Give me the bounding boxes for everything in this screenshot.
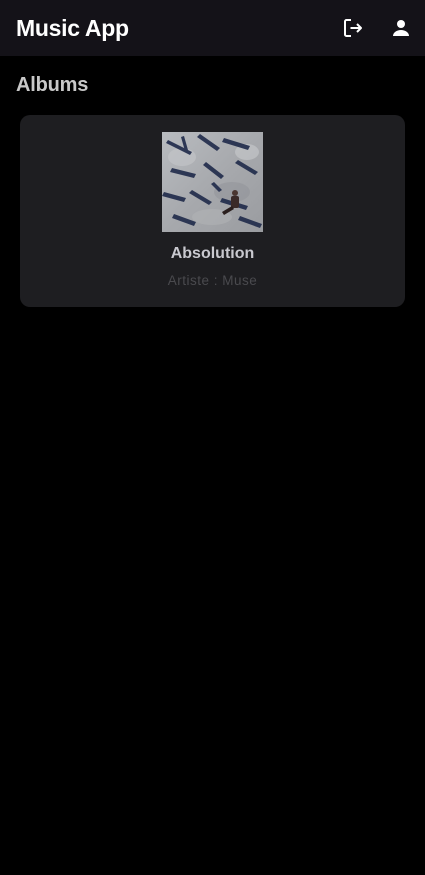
- section-title-albums: Albums: [16, 74, 89, 96]
- album-card[interactable]: Absolution Artiste : Muse: [20, 115, 405, 307]
- album-title: Absolution: [170, 245, 255, 262]
- app-title: Music App: [16, 14, 129, 41]
- account-button[interactable]: [377, 4, 425, 52]
- album-artist: Artiste : Muse: [167, 273, 258, 288]
- logout-button[interactable]: [329, 4, 377, 52]
- account-icon: [393, 20, 409, 36]
- app-bar: Music App: [0, 0, 425, 56]
- logout-icon: [344, 19, 362, 37]
- album-cover-image: [162, 132, 263, 232]
